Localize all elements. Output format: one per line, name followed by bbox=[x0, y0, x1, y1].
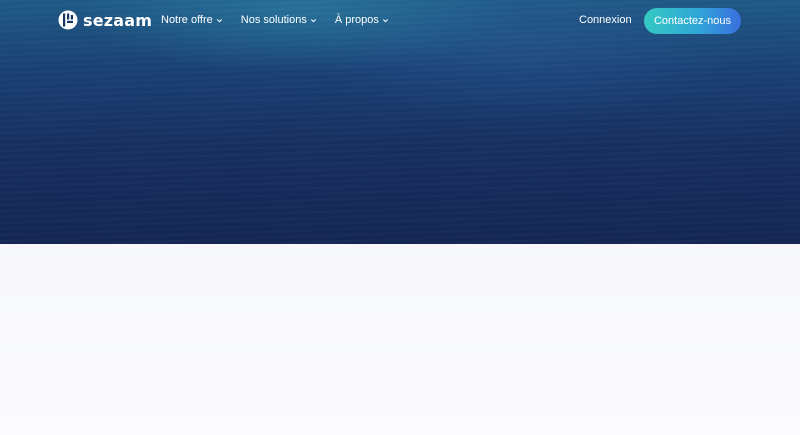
main-content-area bbox=[0, 244, 800, 435]
menu-item-notre-offre[interactable]: Notre offre bbox=[161, 14, 223, 26]
main-menu: Notre offre Nos solutions À propos bbox=[161, 14, 389, 26]
chevron-down-icon bbox=[310, 19, 316, 23]
brand-logo[interactable]: sezaam bbox=[58, 10, 152, 30]
top-navigation: sezaam Notre offre Nos solutions À propo… bbox=[0, 0, 800, 42]
menu-item-label: À propos bbox=[334, 14, 379, 26]
menu-item-label: Notre offre bbox=[161, 14, 213, 26]
menu-item-a-propos[interactable]: À propos bbox=[335, 14, 389, 26]
chevron-down-icon bbox=[382, 19, 388, 23]
logo-mark-icon bbox=[58, 10, 78, 30]
contact-button[interactable]: Contactez-nous bbox=[644, 8, 741, 34]
login-link[interactable]: Connexion bbox=[579, 14, 632, 26]
chevron-down-icon bbox=[216, 19, 222, 23]
menu-item-nos-solutions[interactable]: Nos solutions bbox=[241, 14, 317, 26]
menu-item-label: Nos solutions bbox=[240, 14, 307, 26]
brand-name: sezaam bbox=[83, 10, 153, 30]
